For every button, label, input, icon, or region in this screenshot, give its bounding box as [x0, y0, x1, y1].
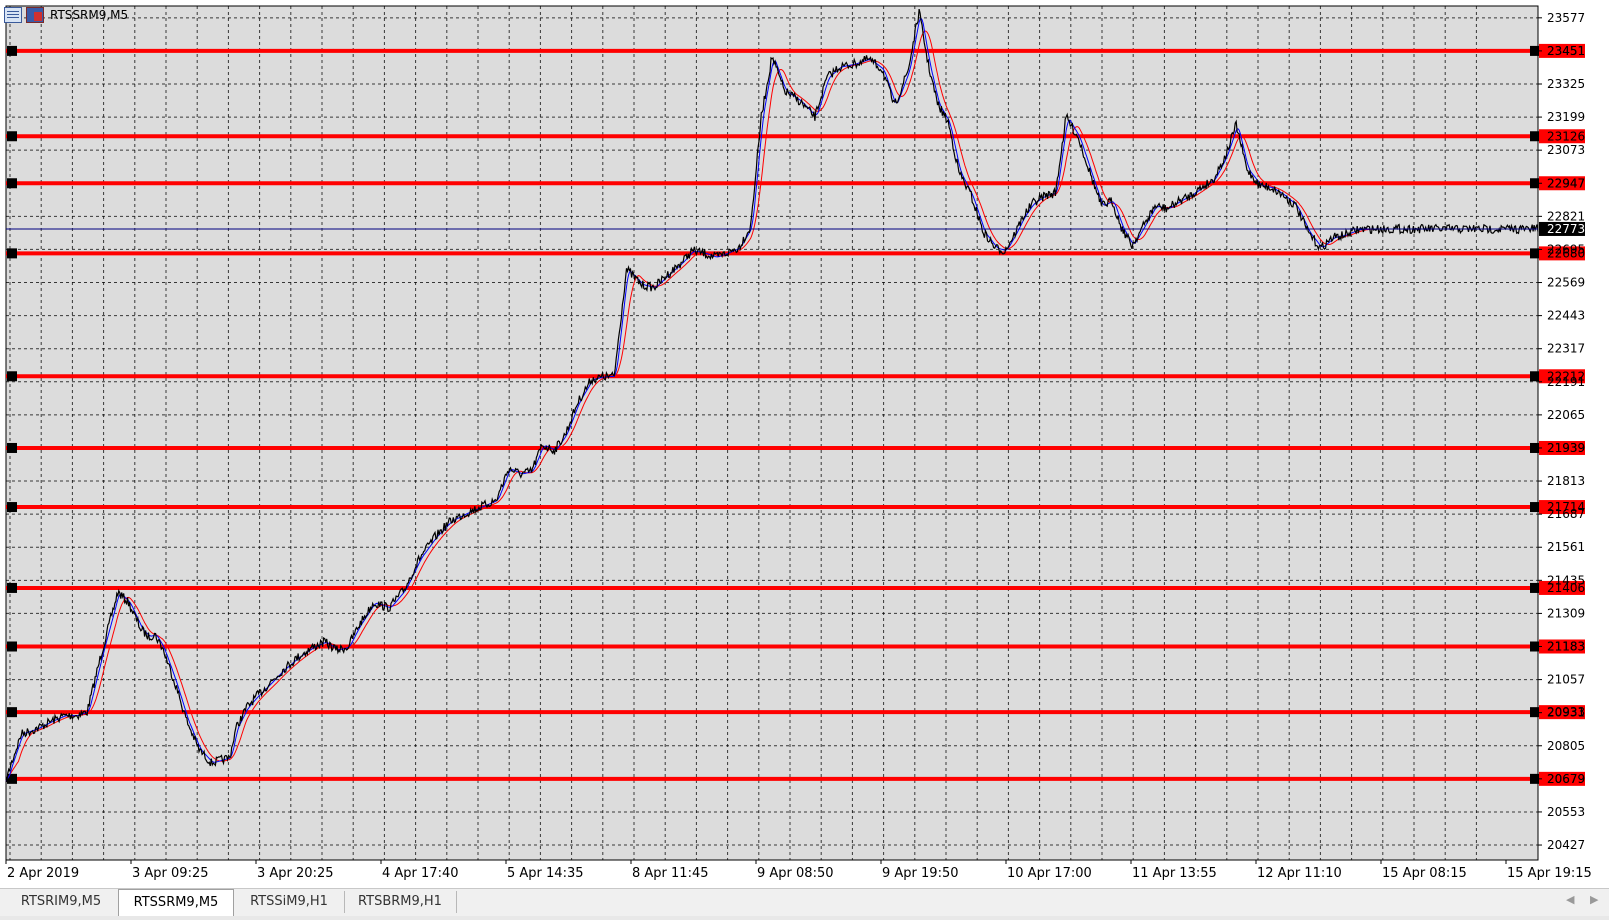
x-tick-label: 8 Apr 11:45 [632, 866, 709, 881]
level-handle-left[interactable] [7, 707, 17, 718]
y-tick-label: 21939 [1547, 441, 1585, 455]
y-tick-label: 23577 [1547, 11, 1585, 25]
level-handle-left[interactable] [7, 502, 17, 513]
y-tick-label: 21561 [1547, 540, 1585, 554]
y-tick-label: 23199 [1547, 110, 1585, 124]
y-tick-label: 21435 [1547, 573, 1585, 587]
level-handle-right[interactable] [1530, 502, 1540, 513]
level-handle-right[interactable] [1530, 582, 1540, 593]
tab-rtsrim9-m5[interactable]: RTSRIM9,M5 [4, 891, 119, 913]
level-handle-right[interactable] [1530, 131, 1540, 142]
x-tick-label: 15 Apr 08:15 [1382, 866, 1467, 881]
x-tick-label: 3 Apr 09:25 [132, 866, 209, 881]
level-handle-left[interactable] [7, 442, 17, 453]
y-tick-label: 23325 [1547, 77, 1585, 91]
x-tick-label: 15 Apr 19:15 [1507, 866, 1592, 881]
y-tick-label: 22065 [1547, 408, 1585, 422]
chart-tab-bar: RTSRIM9,M5 RTSSRM9,M5 RTSSiM9,H1 RTSBRM9… [0, 888, 1609, 917]
current-price-label: 22773 [1547, 222, 1585, 236]
x-tick-label: 2 Apr 2019 [7, 866, 79, 881]
level-handle-left[interactable] [7, 131, 17, 142]
y-tick-label: 22191 [1547, 375, 1585, 389]
plot-area[interactable] [5, 5, 1539, 861]
x-tick-label: 11 Apr 13:55 [1132, 866, 1217, 881]
tab-rtsbrm9-h1[interactable]: RTSBRM9,H1 [344, 891, 457, 913]
tab-rtssrm9-m5[interactable]: RTSSRM9,M5 [118, 889, 234, 916]
level-handle-left[interactable] [7, 248, 17, 259]
level-handle-left[interactable] [7, 178, 17, 189]
chart-window-icon[interactable] [26, 7, 44, 23]
scroll-right-icon[interactable]: ▶ [1590, 893, 1598, 906]
y-tick-label: 22317 [1547, 342, 1585, 356]
y-tick-label: 20427 [1547, 838, 1585, 852]
chart-canvas[interactable]: 2345123126229472268022212219392171421406… [0, 0, 1609, 888]
tab-rtssim9-h1[interactable]: RTSSiM9,H1 [234, 891, 345, 913]
level-handle-left[interactable] [7, 371, 17, 382]
chart-window[interactable]: 23451 23126 22947 22680 22212 21939 21714 21406… [0, 0, 1609, 888]
x-tick-label: 10 Apr 17:00 [1007, 866, 1092, 881]
level-handle-left[interactable] [7, 773, 17, 784]
y-tick-label: 22947 [1547, 176, 1585, 190]
time-axis[interactable]: 2 Apr 2019 3 Apr 09:25 3 Apr 20:25 4 Apr 17… [5, 860, 1592, 881]
level-handle-left[interactable] [7, 641, 17, 652]
y-tick-label: 23451 [1547, 44, 1585, 58]
y-tick-label: 20805 [1547, 739, 1585, 753]
x-tick-label: 12 Apr 11:10 [1257, 866, 1342, 881]
y-tick-label: 21183 [1547, 640, 1585, 654]
y-tick-label: 22695 [1547, 242, 1585, 256]
window-title-bar[interactable]: RTSSRM9,M5 [4, 6, 128, 24]
level-price-label: 23126 [1547, 129, 1585, 143]
y-tick-label: 23073 [1547, 143, 1585, 157]
x-tick-label: 5 Apr 14:35 [507, 866, 584, 881]
y-tick-label: 21057 [1547, 673, 1585, 687]
y-tick-label: 21687 [1547, 507, 1585, 521]
window-title: RTSSRM9,M5 [50, 8, 129, 22]
y-tick-label: 22443 [1547, 309, 1585, 323]
x-tick-label: 9 Apr 19:50 [882, 866, 959, 881]
scroll-left-icon[interactable]: ◀ [1566, 893, 1574, 906]
y-tick-label: 20679 [1547, 772, 1585, 786]
level-handle-left[interactable] [7, 45, 17, 56]
y-tick-label: 22569 [1547, 276, 1585, 290]
y-tick-label: 21813 [1547, 474, 1585, 488]
x-tick-label: 9 Apr 08:50 [757, 866, 834, 881]
chart-window-icon[interactable] [4, 7, 22, 23]
y-tick-label: 21309 [1547, 606, 1585, 620]
y-tick-label: 20931 [1547, 706, 1585, 720]
level-handle-right[interactable] [1530, 371, 1540, 382]
y-tick-label: 20553 [1547, 805, 1585, 819]
level-handle-left[interactable] [7, 582, 17, 593]
x-tick-label: 4 Apr 17:40 [382, 866, 459, 881]
status-strip [0, 916, 1609, 920]
level-handle-right[interactable] [1530, 707, 1540, 718]
x-tick-label: 3 Apr 20:25 [257, 866, 334, 881]
